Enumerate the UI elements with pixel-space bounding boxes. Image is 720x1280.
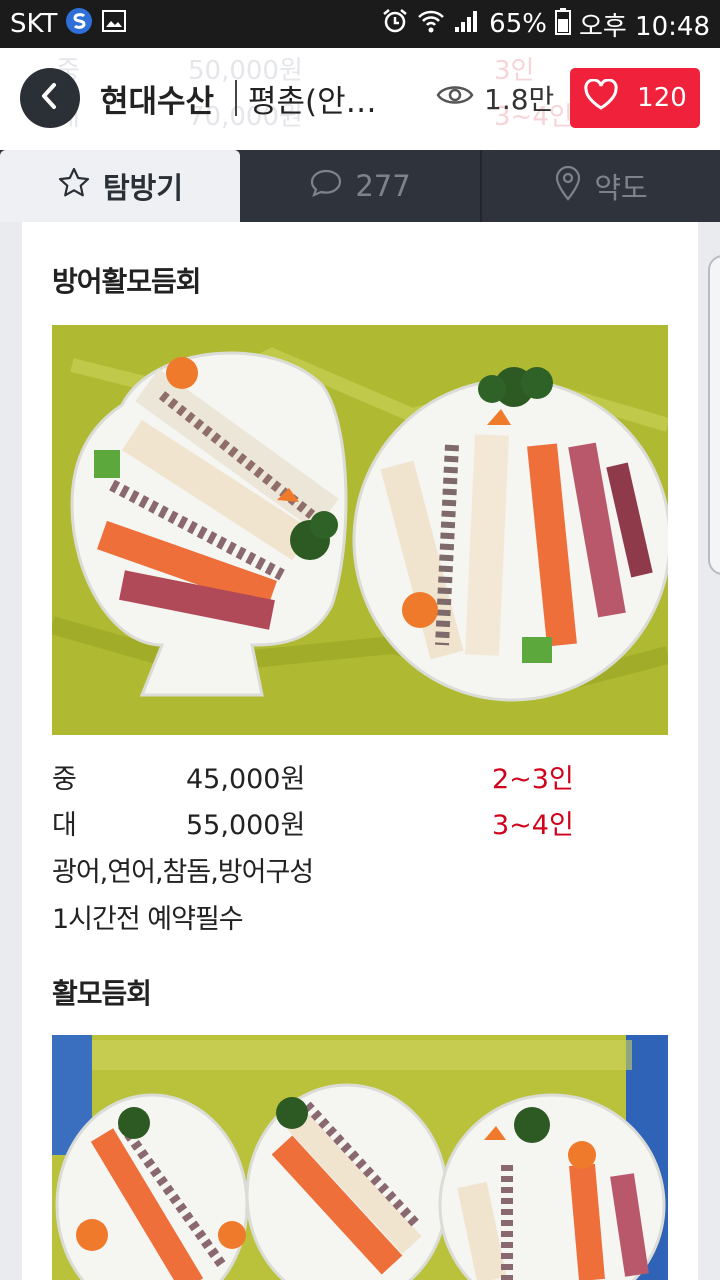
tab-map[interactable]: 약도 — [482, 150, 720, 222]
serving-count: 3~4인 — [492, 810, 574, 841]
wifi-icon — [417, 8, 445, 41]
view-count-value: 1.8만 — [484, 83, 555, 116]
tab-map-label: 약도 — [594, 171, 648, 205]
star-icon — [57, 166, 91, 207]
menu-title-2: 활모듬회 — [52, 977, 152, 1010]
shop-location: 평촌(안… — [248, 84, 377, 120]
review-content: 방어활모듬회 중 45,000원 2~3인 대 55,000원 3~4인 광어,… — [22, 222, 698, 1280]
price-row-medium: 중 45,000원 2~3인 — [52, 757, 652, 797]
sashimi-photo-1 — [52, 325, 668, 735]
price-row-large: 대 55,000원 3~4인 — [52, 803, 652, 843]
sashimi-photo-2 — [52, 1035, 668, 1280]
title-separator — [235, 80, 237, 116]
price-value: 45,000원 — [186, 764, 306, 795]
tab-review[interactable]: 탐방기 — [0, 150, 240, 222]
tab-review-label: 탐방기 — [102, 171, 184, 205]
location-pin-icon — [554, 164, 582, 209]
s-logo-icon — [65, 7, 93, 42]
status-bar: SKT 65% 오후 10:48 — [0, 0, 720, 48]
menu-title-1: 방어활모듬회 — [52, 265, 202, 298]
menu-note-reservation: 1시간전 예약필수 — [52, 904, 244, 935]
signal-icon — [453, 8, 481, 41]
view-count: 1.8만 — [436, 78, 554, 118]
gallery-icon — [101, 8, 127, 41]
like-count: 120 — [637, 83, 687, 113]
alarm-icon — [381, 7, 409, 42]
menu-note-composition: 광어,연어,참돔,방어구성 — [52, 857, 314, 888]
price-value: 55,000원 — [186, 810, 306, 841]
battery-percent: 65% — [489, 9, 547, 39]
heart-icon — [583, 77, 619, 118]
app-screen: SKT 65% 오후 10:48 중 50,000원 3인 70,000원 3~… — [0, 0, 720, 1280]
side-drawer-handle[interactable] — [708, 255, 720, 575]
chevron-left-icon — [38, 81, 62, 115]
back-button[interactable] — [20, 68, 80, 128]
size-label: 대 — [52, 810, 77, 841]
like-button[interactable]: 120 — [570, 68, 700, 128]
carrier-label: SKT — [10, 9, 58, 39]
battery-icon — [554, 7, 571, 42]
size-label: 중 — [52, 764, 77, 795]
tab-comments-label: 277 — [355, 169, 411, 203]
tab-comments[interactable]: 277 — [240, 150, 480, 222]
eye-icon — [436, 82, 474, 115]
tab-bar: 탐방기 277 약도 — [0, 150, 720, 222]
shop-name: 현대수산 — [100, 84, 215, 120]
app-header: 중 50,000원 3인 대 70,000원 3~4인 현대수산 평촌(안… 1… — [0, 48, 720, 150]
comment-icon — [309, 167, 343, 206]
serving-count: 2~3인 — [492, 764, 574, 795]
clock: 오후 10:48 — [578, 11, 710, 42]
